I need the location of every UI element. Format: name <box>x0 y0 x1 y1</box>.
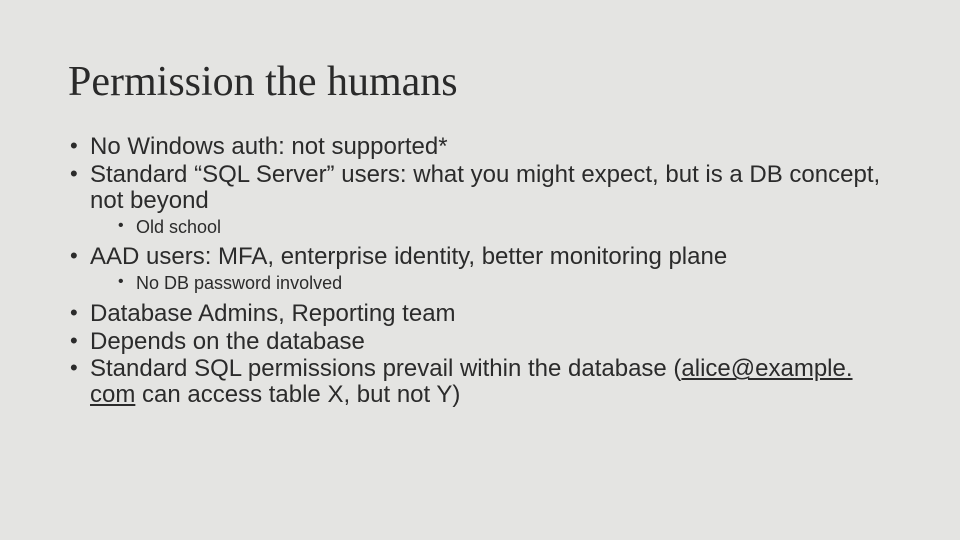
bullet-text-pre: Standard SQL permissions prevail within … <box>90 355 681 382</box>
bullet-item: Depends on the database <box>68 329 892 355</box>
bullet-item: Standard “SQL Server” users: what you mi… <box>68 162 892 238</box>
bullet-item: Database Admins, Reporting team <box>68 301 892 327</box>
slide-title: Permission the humans <box>68 58 892 106</box>
sub-bullet-item: Old school <box>118 216 892 239</box>
bullet-item: AAD users: MFA, enterprise identity, bet… <box>68 244 892 294</box>
bullet-item: No Windows auth: not supported* <box>68 134 892 160</box>
bullet-list: No Windows auth: not supported* Standard… <box>68 134 892 408</box>
bullet-text-post: can access table X, but not Y) <box>135 381 460 408</box>
sub-bullet-list: No DB password involved <box>90 272 892 295</box>
sub-bullet-list: Old school <box>90 216 892 239</box>
bullet-text: AAD users: MFA, enterprise identity, bet… <box>90 243 727 270</box>
sub-bullet-item: No DB password involved <box>118 272 892 295</box>
bullet-text: Standard “SQL Server” users: what you mi… <box>90 161 880 214</box>
bullet-item: Standard SQL permissions prevail within … <box>68 356 892 408</box>
slide: Permission the humans No Windows auth: n… <box>0 0 960 540</box>
